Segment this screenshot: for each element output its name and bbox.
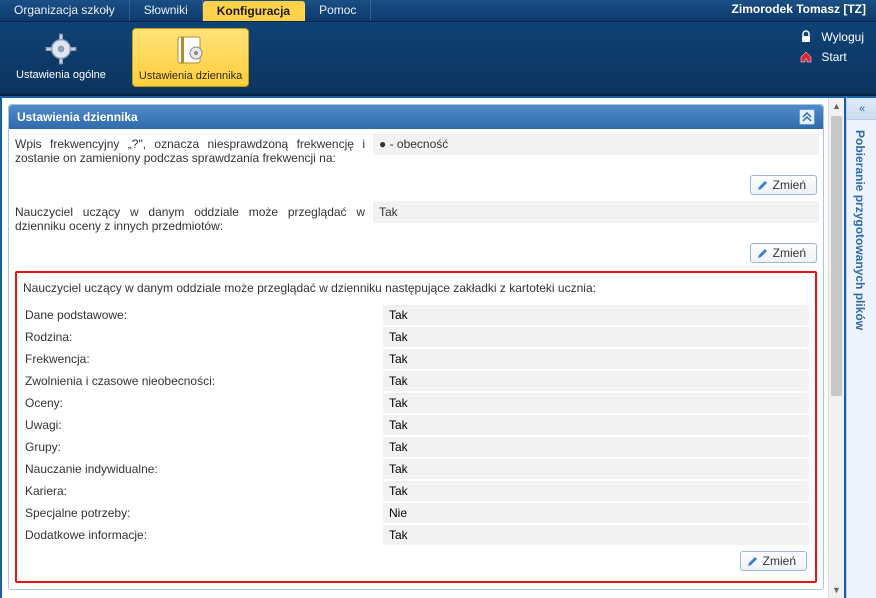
tab-pomoc[interactable]: Pomoc	[305, 0, 371, 21]
logout-link[interactable]: Wyloguj	[799, 30, 864, 44]
setting-value: Tak	[383, 327, 809, 347]
ribbon-links: Wyloguj Start	[799, 30, 864, 64]
lock-icon	[799, 30, 813, 44]
setting-row-grupy: Grupy:Tak	[23, 437, 809, 457]
setting-value: Tak	[383, 305, 809, 325]
setting-value: Tak	[383, 393, 809, 413]
tab-slowniki[interactable]: Słowniki	[130, 0, 203, 21]
setting-value: Tak	[383, 349, 809, 369]
scroll-up-arrow[interactable]: ▲	[829, 98, 844, 114]
vertical-scrollbar[interactable]: ▲ ▼	[828, 98, 844, 598]
change-button[interactable]: Zmień	[750, 175, 817, 195]
gear-icon	[44, 32, 78, 66]
setting-label: Kariera:	[23, 482, 383, 500]
button-row: Zmień	[13, 239, 819, 269]
content-scroll[interactable]: Ustawienia dziennika Wpis frekwencyjny „…	[6, 102, 826, 598]
setting-row-zwolnienia: Zwolnienia i czasowe nieobecności:Tak	[23, 371, 809, 391]
top-menu-bar: Organizacja szkoły Słowniki Konfiguracja…	[0, 0, 876, 22]
start-link[interactable]: Start	[799, 50, 864, 64]
setting-row-nauczanie-indywidualne: Nauczanie indywidualne:Tak	[23, 459, 809, 479]
pencil-icon	[757, 247, 769, 259]
tab-konfiguracja[interactable]: Konfiguracja	[203, 1, 305, 21]
panel-ustawienia-dziennika: Ustawienia dziennika Wpis frekwencyjny „…	[8, 104, 824, 590]
setting-label: Zwolnienia i czasowe nieobecności:	[23, 372, 383, 390]
pencil-icon	[757, 179, 769, 191]
setting-value: Tak	[383, 437, 809, 457]
setting-label: Dane podstawowe:	[23, 306, 383, 324]
setting-value: Tak	[383, 415, 809, 435]
setting-label: Dodatkowe informacje:	[23, 526, 383, 544]
setting-label: Nauczanie indywidualne:	[23, 460, 383, 478]
setting-label: Oceny:	[23, 394, 383, 412]
panel-header: Ustawienia dziennika	[9, 105, 823, 129]
ribbon-group: Ustawienia ogólne	[0, 22, 122, 94]
home-icon	[799, 50, 813, 64]
setting-row-frekwencja-wpis: Wpis frekwencyjny „?", oznacza niesprawd…	[13, 133, 819, 169]
setting-value: Tak	[383, 371, 809, 391]
setting-value: Tak	[373, 201, 819, 223]
section-kartoteka-ucznia: Nauczyciel uczący w danym oddziale może …	[15, 271, 817, 583]
setting-row-specjalne-potrzeby: Specjalne potrzeby:Nie	[23, 503, 809, 523]
user-name-label: Zimorodek Tomasz [TZ]	[732, 2, 866, 16]
setting-label: Rodzina:	[23, 328, 383, 346]
logout-label: Wyloguj	[821, 30, 864, 44]
button-row: Zmień	[23, 547, 809, 577]
setting-row-dodatkowe-informacje: Dodatkowe informacje:Tak	[23, 525, 809, 545]
start-label: Start	[821, 50, 846, 64]
setting-value: Tak	[383, 459, 809, 479]
setting-label: Grupy:	[23, 438, 383, 456]
setting-label: Uwagi:	[23, 416, 383, 434]
setting-row-oceny-inne: Nauczyciel uczący w danym oddziale może …	[13, 201, 819, 237]
setting-value: Nie	[383, 503, 809, 523]
ribbon-btn-ustawienia-ogolne[interactable]: Ustawienia ogólne	[10, 28, 112, 85]
change-button-label: Zmień	[773, 178, 806, 192]
setting-row-dane-podstawowe: Dane podstawowe:Tak	[23, 305, 809, 325]
content-area: Ustawienia dziennika Wpis frekwencyjny „…	[0, 96, 846, 598]
setting-row-kariera: Kariera:Tak	[23, 481, 809, 501]
setting-label: Wpis frekwencyjny „?", oznacza niesprawd…	[13, 133, 373, 169]
collapse-button[interactable]	[799, 109, 815, 125]
change-button-label: Zmień	[763, 554, 796, 568]
sidebar-label[interactable]: Pobieranie przygotowanych plików	[847, 120, 873, 340]
change-button[interactable]: Zmień	[740, 551, 807, 571]
setting-row-oceny: Oceny:Tak	[23, 393, 809, 413]
scroll-thumb[interactable]	[831, 116, 842, 396]
ribbon-btn-label: Ustawienia ogólne	[16, 69, 106, 81]
change-button-label: Zmień	[773, 246, 806, 260]
setting-row-rodzina: Rodzina:Tak	[23, 327, 809, 347]
tab-organizacja-szkoly[interactable]: Organizacja szkoły	[0, 0, 130, 21]
panel-title: Ustawienia dziennika	[17, 110, 138, 124]
chevron-up-double-icon	[802, 112, 812, 122]
setting-label: Frekwencja:	[23, 350, 383, 368]
button-row: Zmień	[13, 171, 819, 201]
setting-label: Specjalne potrzeby:	[23, 504, 383, 522]
setting-row-uwagi: Uwagi:Tak	[23, 415, 809, 435]
scroll-down-arrow[interactable]: ▼	[829, 582, 844, 598]
sidebar-toggle[interactable]: «	[847, 98, 876, 120]
setting-row-frekwencja: Frekwencja:Tak	[23, 349, 809, 369]
ribbon-btn-ustawienia-dziennika[interactable]: Ustawienia dziennika	[132, 28, 249, 87]
setting-value: Tak	[383, 481, 809, 501]
ribbon: Ustawienia ogólne Ustawienia dziennika W…	[0, 22, 876, 96]
setting-value: ● - obecność	[373, 133, 819, 155]
ribbon-group-2: Ustawienia dziennika	[122, 22, 259, 94]
top-menu: Organizacja szkoły Słowniki Konfiguracja…	[0, 0, 371, 21]
book-gear-icon	[174, 33, 208, 67]
section-title: Nauczyciel uczący w danym oddziale może …	[23, 281, 809, 295]
change-button[interactable]: Zmień	[750, 243, 817, 263]
sidebar-right: « Pobieranie przygotowanych plików	[846, 96, 876, 598]
setting-value: Tak	[383, 525, 809, 545]
panel-body: Wpis frekwencyjny „?", oznacza niesprawd…	[9, 129, 823, 589]
ribbon-btn-label: Ustawienia dziennika	[139, 70, 242, 82]
setting-label: Nauczyciel uczący w danym oddziale może …	[13, 201, 373, 237]
pencil-icon	[747, 555, 759, 567]
